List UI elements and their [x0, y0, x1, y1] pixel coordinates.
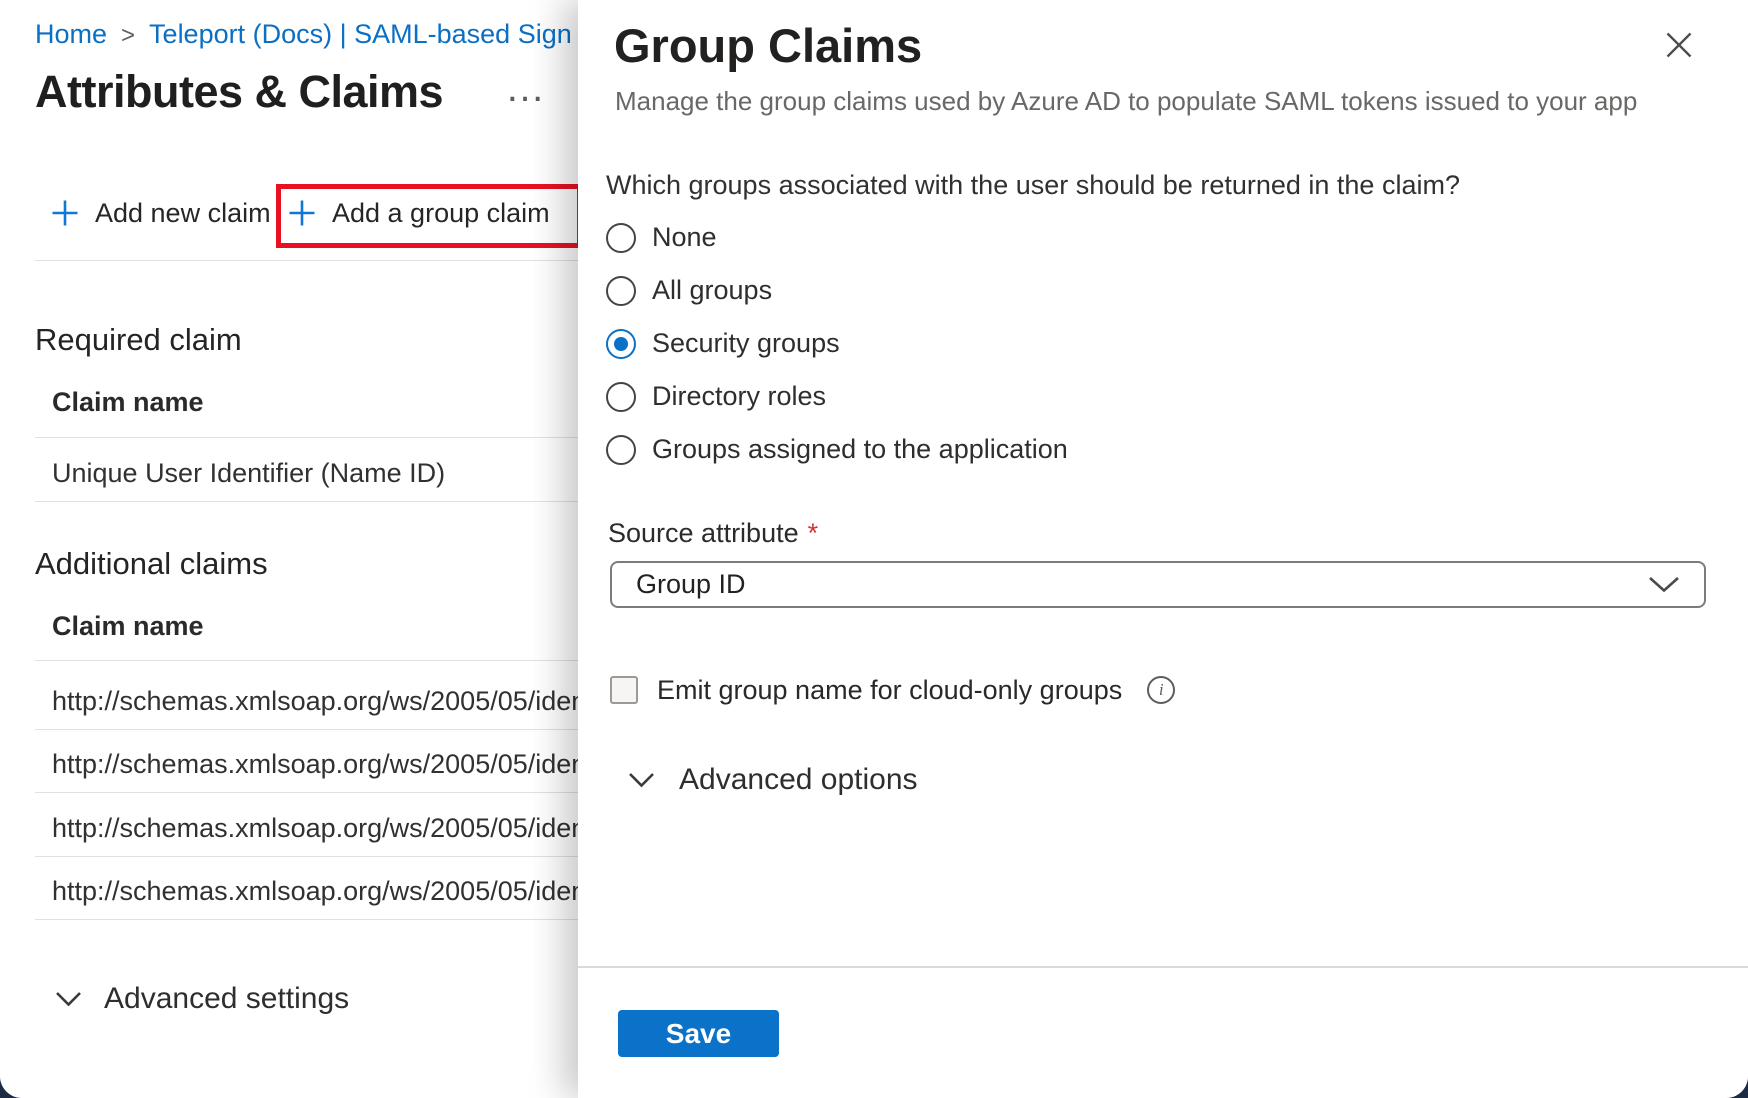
additional-claim-row[interactable]: http://schemas.xmlsoap.org/ws/2005/05/id…: [52, 813, 586, 844]
group-selection-radio-group: None All groups Security groups Director…: [606, 211, 1068, 476]
required-asterisk: *: [808, 518, 819, 548]
red-highlight-annotation: [276, 184, 582, 248]
emit-group-name-label: Emit group name for cloud-only groups: [657, 675, 1122, 706]
breadcrumb-separator: >: [121, 22, 135, 50]
source-attribute-dropdown[interactable]: Group ID: [610, 561, 1706, 608]
close-icon: [1664, 30, 1694, 60]
radio-option-all-groups[interactable]: All groups: [606, 264, 1068, 317]
additional-claim-row[interactable]: http://schemas.xmlsoap.org/ws/2005/05/id…: [52, 686, 586, 717]
panel-footer-divider: [578, 966, 1748, 968]
advanced-options-toggle[interactable]: Advanced options: [628, 763, 918, 797]
radio-option-groups-assigned[interactable]: Groups assigned to the application: [606, 423, 1068, 476]
chevron-down-icon: [628, 772, 655, 788]
add-new-claim-label: Add new claim: [95, 198, 271, 229]
chevron-down-icon: [55, 991, 82, 1007]
more-menu-icon[interactable]: …: [505, 66, 547, 111]
advanced-settings-label: Advanced settings: [104, 982, 349, 1016]
required-claim-column-header: Claim name: [52, 387, 204, 418]
radio-button-icon[interactable]: [606, 223, 636, 253]
radio-option-security-groups[interactable]: Security groups: [606, 317, 1068, 370]
add-new-claim-button[interactable]: Add new claim: [50, 186, 271, 240]
close-panel-button[interactable]: [1662, 28, 1696, 62]
breadcrumb-home-link[interactable]: Home: [35, 19, 107, 50]
page-title: Attributes & Claims: [35, 66, 443, 118]
radio-button-icon[interactable]: [606, 329, 636, 359]
radio-option-none[interactable]: None: [606, 211, 1068, 264]
info-icon[interactable]: i: [1147, 676, 1175, 704]
radio-option-label: None: [652, 222, 717, 253]
radio-button-icon[interactable]: [606, 435, 636, 465]
panel-subtitle: Manage the group claims used by Azure AD…: [615, 86, 1637, 117]
breadcrumb: Home > Teleport (Docs) | SAML-based Sign: [35, 19, 572, 50]
source-attribute-value: Group ID: [636, 569, 746, 600]
additional-claims-column-header: Claim name: [52, 611, 204, 642]
radio-option-label: Directory roles: [652, 381, 826, 412]
source-attribute-label: Source attribute *: [608, 518, 818, 549]
required-claim-heading: Required claim: [35, 322, 242, 358]
emit-group-name-row: Emit group name for cloud-only groups i: [610, 664, 1175, 716]
additional-claim-row[interactable]: http://schemas.xmlsoap.org/ws/2005/05/id…: [52, 749, 586, 780]
advanced-options-label: Advanced options: [679, 763, 918, 797]
save-button[interactable]: Save: [618, 1010, 779, 1057]
source-attribute-label-text: Source attribute: [608, 518, 799, 548]
panel-title: Group Claims: [614, 18, 922, 73]
chevron-down-icon: [1648, 576, 1680, 593]
radio-button-icon[interactable]: [606, 382, 636, 412]
radio-button-icon[interactable]: [606, 276, 636, 306]
breadcrumb-current-link[interactable]: Teleport (Docs) | SAML-based Sign: [149, 19, 572, 50]
radio-option-label: All groups: [652, 275, 772, 306]
emit-group-name-checkbox[interactable]: [610, 676, 638, 704]
required-claim-row[interactable]: Unique User Identifier (Name ID): [52, 458, 445, 489]
radio-option-directory-roles[interactable]: Directory roles: [606, 370, 1068, 423]
advanced-settings-toggle[interactable]: Advanced settings: [55, 982, 349, 1016]
app-window: Home > Teleport (Docs) | SAML-based Sign…: [0, 0, 1748, 1098]
group-claims-question: Which groups associated with the user sh…: [606, 170, 1460, 201]
additional-claim-row[interactable]: http://schemas.xmlsoap.org/ws/2005/05/id…: [52, 876, 586, 907]
radio-option-label: Security groups: [652, 328, 840, 359]
radio-option-label: Groups assigned to the application: [652, 434, 1068, 465]
group-claims-panel: Group Claims Manage the group claims use…: [578, 0, 1748, 1098]
plus-icon: [50, 198, 80, 228]
additional-claims-heading: Additional claims: [35, 546, 268, 582]
